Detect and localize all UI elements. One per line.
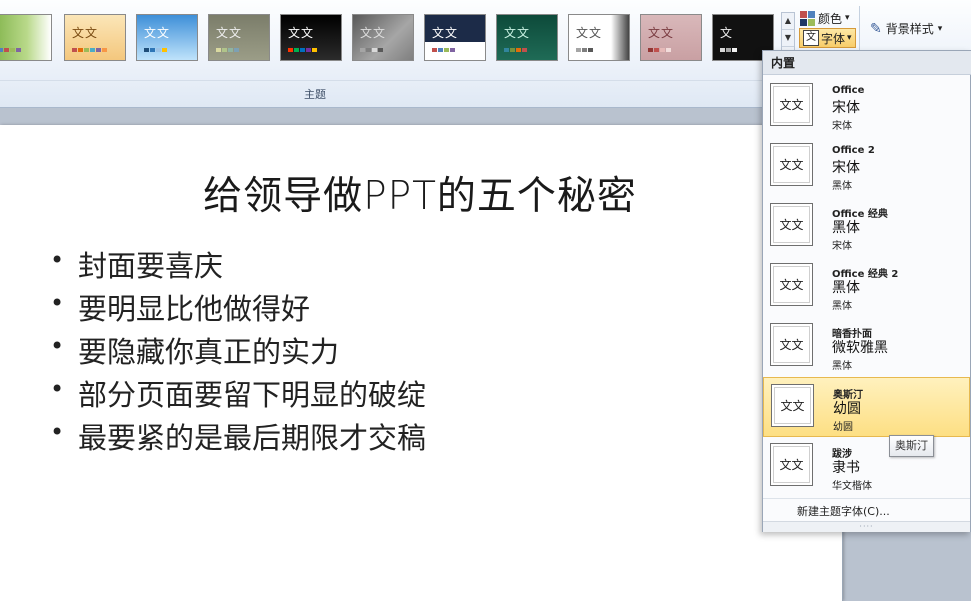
theme-sample-text: 文 xyxy=(720,26,734,40)
theme-sample-text: 文文 xyxy=(504,26,531,40)
new-theme-font-button[interactable]: 新建主题字体(C)... xyxy=(797,503,890,519)
theme-thumbnail[interactable]: 文文 xyxy=(64,14,126,61)
font-theme-item[interactable]: 文文 Office 2 宋体黑体 xyxy=(763,137,970,197)
chevron-down-icon: ▾ xyxy=(847,33,852,43)
background-styles-icon: ✎ xyxy=(870,20,882,37)
theme-sample-text: 文文 xyxy=(288,26,315,40)
body-font-name: 黑体 xyxy=(832,181,852,192)
theme-color-swatches xyxy=(72,48,107,52)
heading-font-name: 幼圆 xyxy=(833,401,861,417)
slide-canvas[interactable]: 给领导做PPT的五个秘密 封面要喜庆 要明显比他做得好 要隐藏你真正的实力 部分… xyxy=(0,125,843,601)
font-theme-item[interactable]: 文文 Office 经典 黑体 宋体 xyxy=(763,197,970,257)
background-styles-button[interactable]: ✎ 背景样式 ▾ xyxy=(870,20,942,37)
font-preview-thumbnail: 文文 xyxy=(770,323,813,366)
group-label-themes: 主题 xyxy=(304,88,326,101)
menu-divider xyxy=(763,498,970,499)
font-theme-name: Office 2 xyxy=(832,145,875,156)
tooltip: 奥斯汀 xyxy=(889,435,934,457)
font-theme-item[interactable]: 文文 Office 经典 2 黑体 黑体 xyxy=(763,257,970,317)
font-theme-item[interactable]: 文文 奥斯汀 幼圆 幼圆 xyxy=(763,377,970,437)
font-preview-thumbnail: 文文 xyxy=(770,443,813,486)
font-preview-thumbnail: 文文 xyxy=(770,143,813,186)
fonts-button[interactable]: 文 字体 ▾ xyxy=(799,28,856,48)
font-theme-item[interactable]: 文文 跋涉 隶书 华文楷体 xyxy=(763,437,970,497)
body-font-name: 华文楷体 xyxy=(832,481,872,492)
scroll-up-icon[interactable]: ▲ xyxy=(782,13,794,30)
theme-color-swatches xyxy=(648,48,671,52)
body-font-name: 黑体 xyxy=(832,301,852,312)
bullet-text: 要明显比他做得好 xyxy=(78,292,311,326)
theme-sample-text: 文文 xyxy=(360,26,387,40)
theme-sample-text: 文文 xyxy=(72,26,99,40)
colors-button[interactable]: 颜色 ▾ xyxy=(800,8,850,28)
slide-title[interactable]: 给领导做PPT的五个秘密 xyxy=(150,165,690,221)
theme-color-swatches xyxy=(360,48,383,52)
theme-color-swatches xyxy=(720,48,737,52)
theme-thumbnail[interactable]: 文文 xyxy=(424,14,486,61)
theme-sample-text: 文文 xyxy=(144,26,171,40)
chevron-down-icon: ▾ xyxy=(937,23,943,34)
heading-font-name: 宋体 xyxy=(832,100,860,116)
theme-color-swatches xyxy=(144,48,167,52)
font-preview-thumbnail: 文文 xyxy=(771,384,814,427)
background-styles-label: 背景样式 xyxy=(885,22,934,36)
heading-font-name: 宋体 xyxy=(832,160,860,176)
font-preview-sample: 文文 xyxy=(773,206,810,243)
chevron-down-icon: ▾ xyxy=(845,13,850,23)
theme-thumbnail[interactable] xyxy=(0,14,52,61)
theme-sample-text: 文文 xyxy=(216,26,243,40)
body-font-name: 黑体 xyxy=(832,361,852,372)
font-preview-sample: 文文 xyxy=(773,266,810,303)
theme-sample-text: 文文 xyxy=(648,26,675,40)
fonts-dropdown-menu: 内置 文文 Office 宋体 宋体 文文 Office 2 宋体 黑体 文文 Office 经典… xyxy=(762,50,971,532)
body-font-name: 幼圆 xyxy=(833,422,853,433)
font-preview-thumbnail: 文文 xyxy=(770,203,813,246)
theme-thumbnail[interactable]: 文文 xyxy=(208,14,270,61)
theme-color-swatches xyxy=(432,48,455,52)
bullet-text: 部分页面要留下明显的破绽 xyxy=(78,378,427,412)
heading-font-name: 微软雅黑 xyxy=(832,340,888,356)
theme-thumbnail[interactable]: 文文 xyxy=(136,14,198,61)
font-preview-thumbnail: 文文 xyxy=(770,263,813,306)
heading-font-name: 黑体 xyxy=(832,280,860,296)
menu-section-header: 内置 xyxy=(763,51,971,75)
heading-font-name: 隶书 xyxy=(832,460,860,476)
theme-thumbnail[interactable]: 文文 xyxy=(496,14,558,61)
bullet-text: 要隐藏你真正的实力 xyxy=(78,335,340,369)
theme-thumbnail[interactable]: 文文 xyxy=(352,14,414,61)
font-preview-sample: 文文 xyxy=(773,86,810,123)
bullet-text: 最要紧的是最后期限才交稿 xyxy=(78,421,427,455)
font-theme-item[interactable]: 文文 暗香扑面 微软雅黑 黑体 xyxy=(763,317,970,377)
font-preview-thumbnail: 文文 xyxy=(770,83,813,126)
resize-grip[interactable]: ···· xyxy=(763,521,970,532)
font-theme-name: Office xyxy=(832,85,865,96)
font-theme-item[interactable]: 文文 Office 宋体 宋体 xyxy=(763,77,970,137)
scroll-down-icon[interactable]: ▼ xyxy=(782,30,794,47)
theme-color-swatches xyxy=(576,48,593,52)
fonts-label: 字体 xyxy=(821,31,846,46)
bullet-text: 封面要喜庆 xyxy=(78,249,224,283)
font-preview-sample: 文文 xyxy=(773,146,810,183)
body-font-name: 宋体 xyxy=(832,121,852,132)
theme-color-swatches xyxy=(0,48,21,52)
colors-label: 颜色 xyxy=(818,11,843,26)
font-preview-sample: 文文 xyxy=(773,326,810,363)
theme-color-swatches xyxy=(216,48,239,52)
theme-thumbnail[interactable]: 文文 xyxy=(280,14,342,61)
colors-icon xyxy=(800,10,815,26)
font-preview-sample: 文文 xyxy=(774,387,811,424)
fonts-icon: 文 xyxy=(803,30,819,46)
theme-thumbnail[interactable]: 文文 xyxy=(640,14,702,61)
theme-color-swatches xyxy=(504,48,527,52)
theme-sample-text: 文文 xyxy=(432,26,459,40)
theme-sample-text: 文文 xyxy=(576,26,603,40)
font-preview-sample: 文文 xyxy=(773,446,810,483)
theme-thumbnail[interactable]: 文文 xyxy=(568,14,630,61)
theme-color-swatches xyxy=(288,48,317,52)
body-font-name: 宋体 xyxy=(832,241,852,252)
heading-font-name: 黑体 xyxy=(832,220,860,236)
